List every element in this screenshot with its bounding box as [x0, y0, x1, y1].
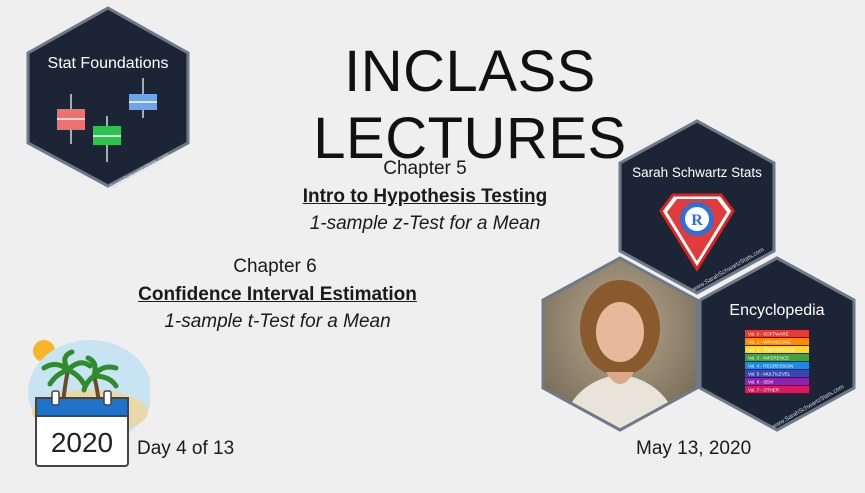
encyclopedia-label: Encyclopedia	[729, 302, 824, 319]
stat-foundations-logo: Stat Foundations www.SarahSchwartzStats.…	[26, 6, 190, 188]
encyclopedia-volume-label: Vol. 1 - WRANGLING	[748, 340, 792, 345]
chapter5-topic: Intro to Hypothesis Testing	[302, 186, 548, 207]
encyclopedia-volume-label: Vol. 4 - REGRESSION	[748, 364, 793, 369]
chapter5-test: 1-sample z-Test for a Mean	[309, 213, 541, 234]
chapter6-heading: Chapter 6	[233, 256, 317, 277]
calendar-2020-icon: 2020	[28, 340, 150, 467]
chapter6-test: 1-sample t-Test for a Mean	[164, 311, 391, 332]
chapter6-topic: Confidence Interval Estimation	[138, 284, 417, 305]
chapter5-heading: Chapter 5	[383, 158, 467, 179]
sarah-schwartz-stats-label: Sarah Schwartz Stats	[632, 165, 762, 180]
encyclopedia-volume-label: Vol. 6 - SEM	[748, 380, 773, 385]
author-photo	[541, 256, 699, 432]
day-counter: Day 4 of 13	[137, 438, 235, 459]
encyclopedia-volume-label: Vol. 2 - EXPLORATION	[748, 348, 795, 353]
encyclopedia-volume-label: Vol. 3 - INFERENCE	[748, 356, 789, 361]
svg-text:R: R	[691, 212, 703, 229]
encyclopedia-volume-label: Vol. 7 - OTHER	[748, 388, 780, 393]
encyclopedia-volume-label: Vol. 5 - MULTILEVEL	[748, 372, 791, 377]
lecture-date: May 13, 2020	[636, 438, 752, 459]
encyclopedia-logo: Encyclopedia Vol. 0 - SOFTWARE Vol. 1 - W…	[698, 256, 856, 432]
encyclopedia-volume-label: Vol. 0 - SOFTWARE	[748, 332, 789, 337]
calendar-year: 2020	[51, 427, 113, 458]
stat-foundations-label: Stat Foundations	[48, 55, 169, 72]
